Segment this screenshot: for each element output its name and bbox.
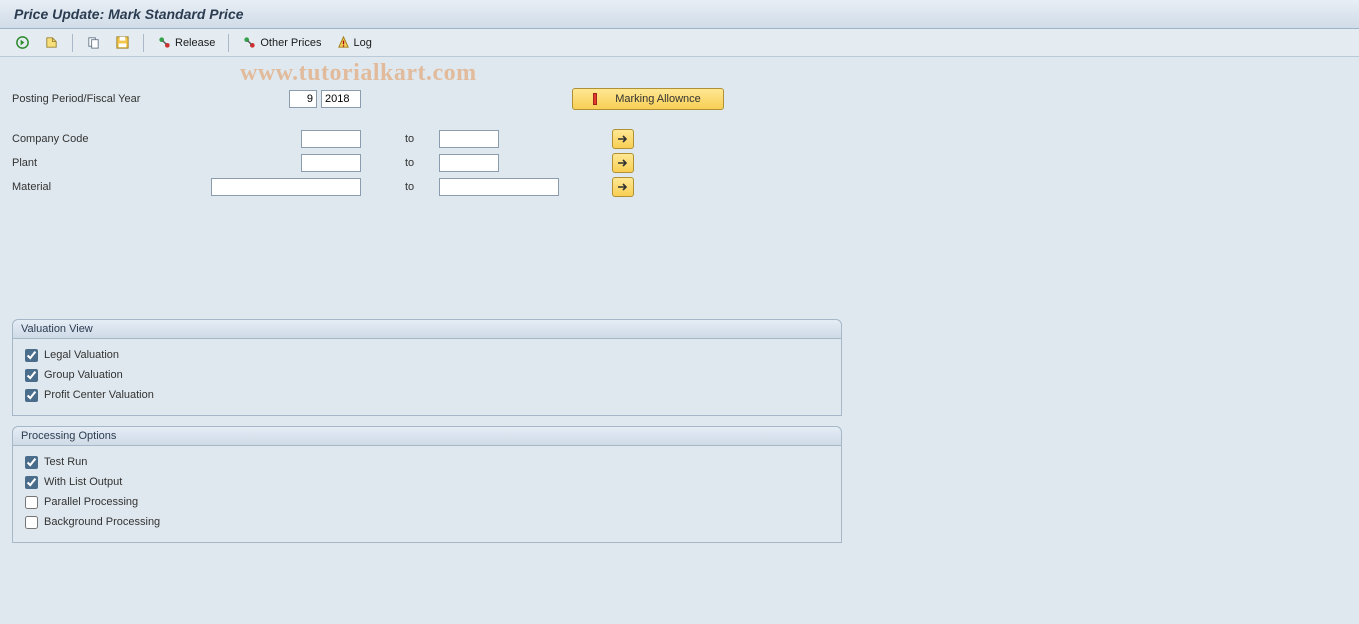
copy-button[interactable] [81,32,106,53]
group-valuation-checkbox[interactable] [25,369,38,382]
test-run-checkbox[interactable] [25,456,38,469]
with-list-output-label: With List Output [44,476,122,488]
background-processing-checkbox[interactable] [25,516,38,529]
material-to-input[interactable] [439,178,559,196]
to-label: to [365,133,435,145]
material-row: Material to [12,175,1347,199]
save-icon [115,35,130,50]
copy-icon [86,35,101,50]
execute-icon [15,35,30,50]
legal-valuation-checkbox[interactable] [25,349,38,362]
company-code-label: Company Code [12,133,262,145]
page-title-bar: Price Update: Mark Standard Price [0,0,1359,29]
toolbar-separator [228,34,229,52]
arrow-right-icon [617,180,629,195]
legal-valuation-label: Legal Valuation [44,349,119,361]
watermark-text: www.tutorialkart.com [240,60,477,87]
parallel-processing-checkbox[interactable] [25,496,38,509]
plant-label: Plant [12,157,262,169]
release-icon [157,35,172,50]
to-label: to [365,157,435,169]
profit-center-valuation-checkbox[interactable] [25,389,38,402]
company-code-multiselect-button[interactable] [612,129,634,149]
to-label: to [365,181,435,193]
toolbar-separator [143,34,144,52]
posting-period-label: Posting Period/Fiscal Year [12,93,262,105]
group-valuation-label: Group Valuation [44,369,123,381]
variant-icon [44,35,59,50]
plant-from-input[interactable] [301,154,361,172]
log-label: Log [354,37,372,49]
valuation-view-title: Valuation View [13,320,841,339]
background-processing-label: Background Processing [44,516,160,528]
execute-button[interactable] [10,32,35,53]
company-code-to-input[interactable] [439,130,499,148]
arrow-right-icon [617,156,629,171]
company-code-from-input[interactable] [301,130,361,148]
marking-allowance-label: Marking Allownce [615,93,701,105]
log-button[interactable]: Log [331,32,377,53]
posting-period-input[interactable] [289,90,317,108]
plant-row: Plant to [12,151,1347,175]
company-code-row: Company Code to [12,127,1347,151]
marking-allowance-button[interactable]: Marking Allownce [572,88,724,110]
toolbar-separator [72,34,73,52]
processing-options-title: Processing Options [13,427,841,446]
release-label: Release [175,37,215,49]
valuation-view-group: Valuation View Legal Valuation Group Val… [12,319,842,416]
arrow-right-icon [617,132,629,147]
other-prices-button[interactable]: Other Prices [237,32,326,53]
other-prices-icon [242,35,257,50]
log-icon [336,35,351,50]
application-toolbar: Release Other Prices Log [0,29,1359,57]
with-list-output-checkbox[interactable] [25,476,38,489]
get-variant-button[interactable] [39,32,64,53]
parallel-processing-label: Parallel Processing [44,496,138,508]
page-title: Price Update: Mark Standard Price [14,6,244,22]
material-from-input[interactable] [211,178,361,196]
plant-to-input[interactable] [439,154,499,172]
fiscal-year-input[interactable] [321,90,361,108]
profit-center-valuation-label: Profit Center Valuation [44,389,154,401]
test-run-label: Test Run [44,456,87,468]
save-button[interactable] [110,32,135,53]
release-button[interactable]: Release [152,32,220,53]
processing-options-group: Processing Options Test Run With List Ou… [12,426,842,543]
other-prices-label: Other Prices [260,37,321,49]
content-area: www.tutorialkart.com Posting Period/Fisc… [0,57,1359,621]
posting-period-row: Posting Period/Fiscal Year Marking Allow… [12,87,1347,111]
status-indicator-icon [593,93,597,105]
plant-multiselect-button[interactable] [612,153,634,173]
material-multiselect-button[interactable] [612,177,634,197]
